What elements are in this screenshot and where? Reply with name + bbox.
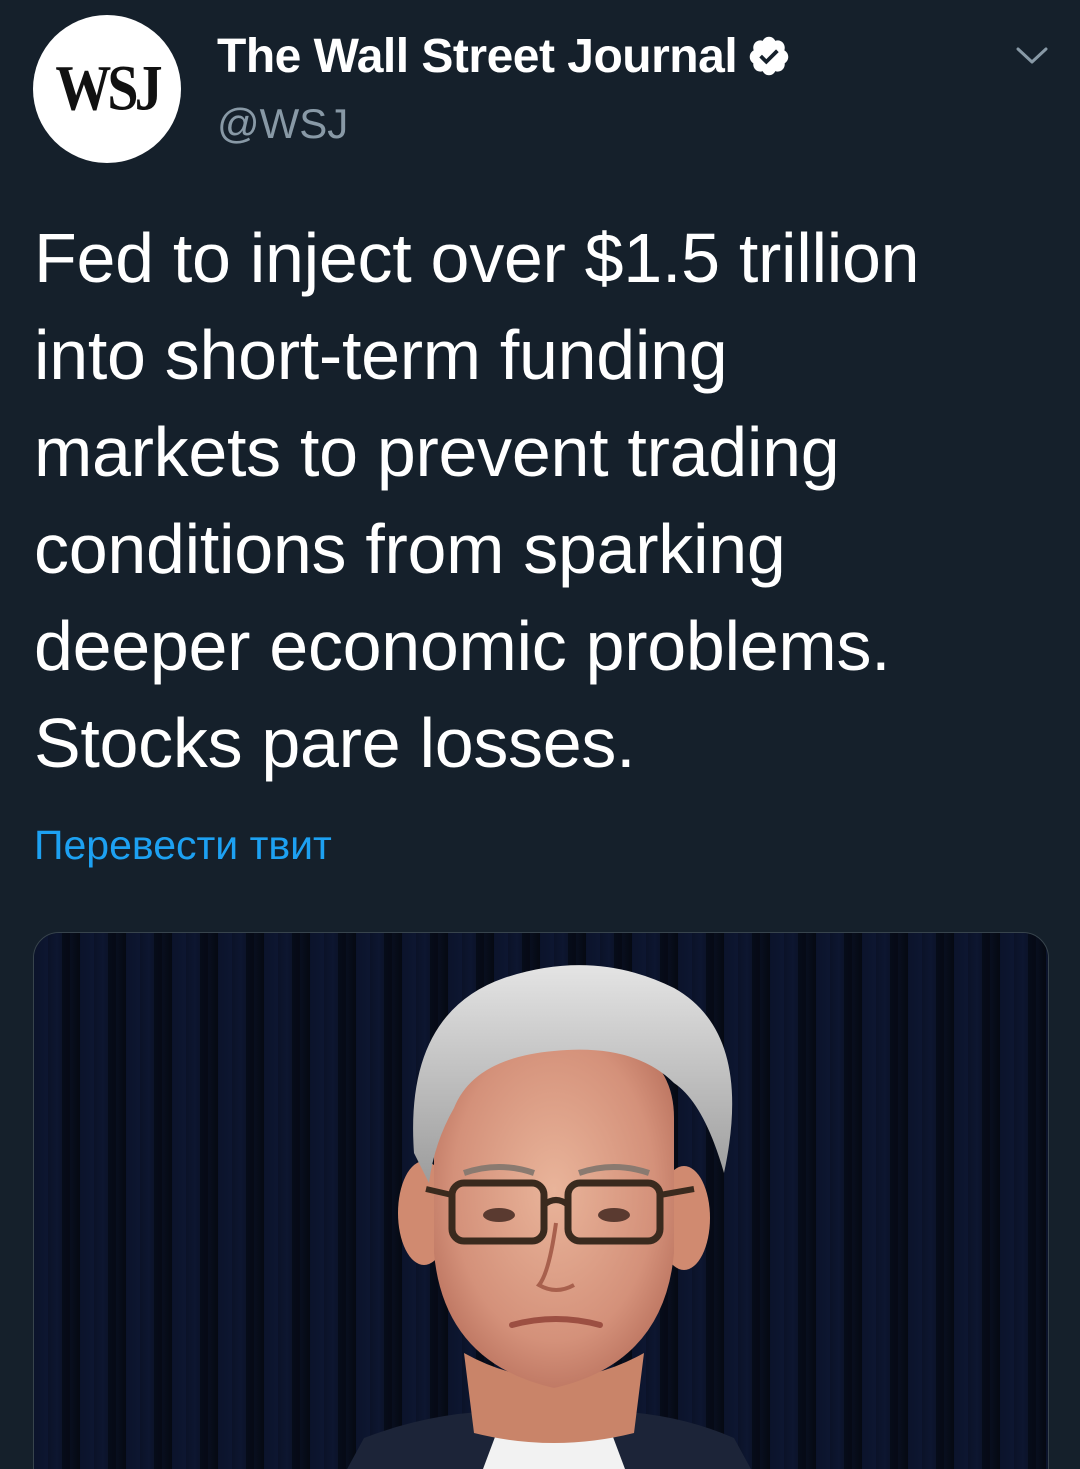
photo-portrait — [34, 933, 1048, 1469]
tweet: WSJ The Wall Street Journal @WSJ Fed to … — [0, 0, 1080, 1469]
name-row: The Wall Street Journal — [217, 28, 791, 84]
verified-badge-icon — [747, 34, 791, 78]
tweet-text: Fed to inject over $1.5 trillion into sh… — [34, 210, 1054, 792]
chevron-down-icon[interactable] — [1014, 44, 1050, 68]
tweet-text-line: deeper economic problems. — [34, 607, 891, 685]
tweet-text-line: into short-term funding — [34, 316, 728, 394]
tweet-text-line: Stocks pare losses. — [34, 704, 636, 782]
display-name[interactable]: The Wall Street Journal — [217, 29, 738, 84]
tweet-text-line: conditions from sparking — [34, 510, 786, 588]
translate-tweet-link[interactable]: Перевести твит — [34, 822, 332, 869]
avatar-logo-text: WSJ — [55, 53, 162, 125]
tweet-text-line: Fed to inject over $1.5 trillion — [34, 219, 920, 297]
tweet-text-line: markets to prevent trading — [34, 413, 840, 491]
avatar[interactable]: WSJ — [33, 15, 181, 163]
author-info: The Wall Street Journal @WSJ — [217, 28, 791, 148]
media-photo[interactable] — [33, 932, 1049, 1469]
handle[interactable]: @WSJ — [217, 100, 791, 148]
